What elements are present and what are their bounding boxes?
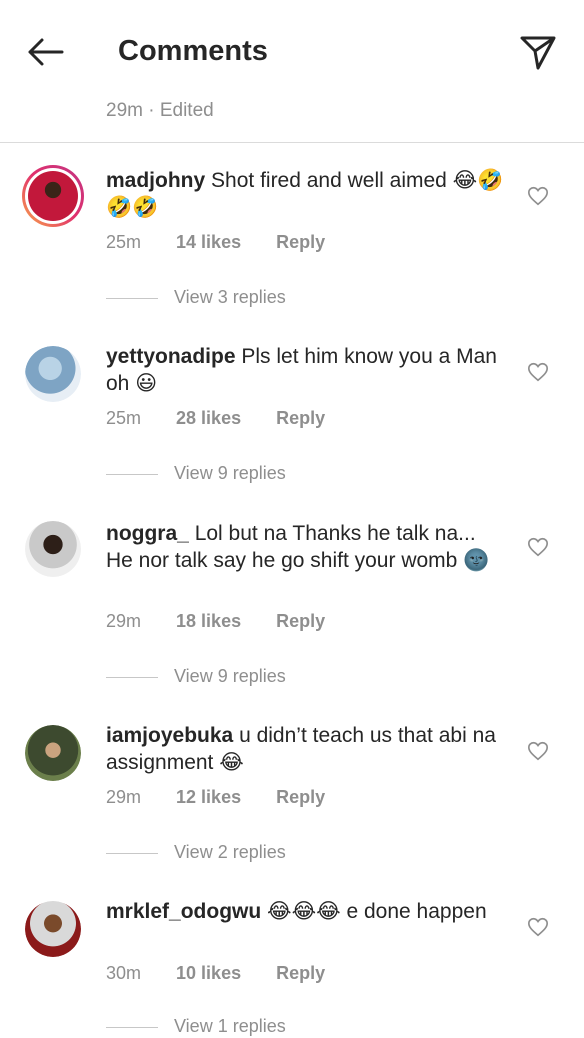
reply-button[interactable]: Reply [276,230,325,254]
comment-actions: 29m 18 likes Reply [106,609,325,633]
comment-username[interactable]: noggra_ [106,522,189,545]
comment-time: 25m [106,232,142,252]
reply-button[interactable]: Reply [276,785,325,809]
view-replies-label: View 9 replies [174,666,286,686]
heart-icon[interactable] [527,740,549,762]
heart-icon[interactable] [527,361,549,383]
comment-likes[interactable]: 10 likes [176,961,241,985]
avatar-image [28,171,78,221]
divider-line [106,297,158,299]
comment-actions: 25m 14 likes Reply [106,230,325,254]
comment-actions: 29m 12 likes Reply [106,785,325,809]
comment-likes[interactable]: 12 likes [176,785,241,809]
share-send-icon[interactable] [518,32,558,72]
comment-username[interactable]: mrklef_odogwu [106,900,261,923]
avatar[interactable] [22,898,84,960]
back-arrow-icon[interactable] [24,32,68,72]
heart-icon[interactable] [527,916,549,938]
view-replies-link[interactable]: View 9 replies [106,664,286,688]
reply-button[interactable]: Reply [276,406,325,430]
view-replies-label: View 9 replies [174,463,286,483]
avatar[interactable] [22,343,84,405]
comment-text: iamjoyebuka u didn’t teach us that abi n… [106,722,506,776]
avatar[interactable] [22,165,84,227]
avatar-image [25,521,81,577]
comment-body: 😂😂😂 e done happen [267,900,487,923]
divider-line [106,852,158,854]
comment-text: noggra_ Lol but na Thanks he talk na... … [106,520,506,574]
reply-button[interactable]: Reply [276,961,325,985]
comment-time: 29m [106,611,142,631]
avatar-image [25,725,81,781]
heart-icon[interactable] [527,185,549,207]
page-title: Comments [118,35,268,67]
comment-text: madjohny Shot fired and well aimed 😂🤣🤣🤣 [106,167,506,221]
comment-actions: 30m 10 likes Reply [106,961,325,985]
header-bar: Comments 29m · Edited [0,0,584,143]
view-replies-link[interactable]: View 1 replies [106,1014,286,1038]
view-replies-label: View 3 replies [174,287,286,307]
comment-likes[interactable]: 18 likes [176,609,241,633]
comment-text: yettyonadipe Pls let him know you a Man … [106,343,506,397]
avatar[interactable] [22,722,84,784]
view-replies-label: View 1 replies [174,1016,286,1036]
avatar-image [25,901,81,957]
comment-username[interactable]: iamjoyebuka [106,724,233,747]
divider-line [106,473,158,475]
comment-time: 29m [106,787,142,807]
heart-icon[interactable] [527,536,549,558]
divider-line [106,676,158,678]
divider-line [106,1026,158,1028]
avatar-image [25,346,81,402]
comment-username[interactable]: yettyonadipe [106,345,236,368]
story-ring [22,165,84,227]
comment-actions: 25m 28 likes Reply [106,406,325,430]
avatar[interactable] [22,518,84,580]
view-replies-label: View 2 replies [174,842,286,862]
comment-time: 30m [106,963,142,983]
comment-likes[interactable]: 28 likes [176,406,241,430]
post-timestamp: 29m · Edited [106,100,214,121]
view-replies-link[interactable]: View 2 replies [106,840,286,864]
view-replies-link[interactable]: View 3 replies [106,285,286,309]
comment-username[interactable]: madjohny [106,169,205,192]
reply-button[interactable]: Reply [276,609,325,633]
comment-text: mrklef_odogwu 😂😂😂 e done happen [106,898,506,925]
comment-time: 25m [106,408,142,428]
comment-likes[interactable]: 14 likes [176,230,241,254]
view-replies-link[interactable]: View 9 replies [106,461,286,485]
